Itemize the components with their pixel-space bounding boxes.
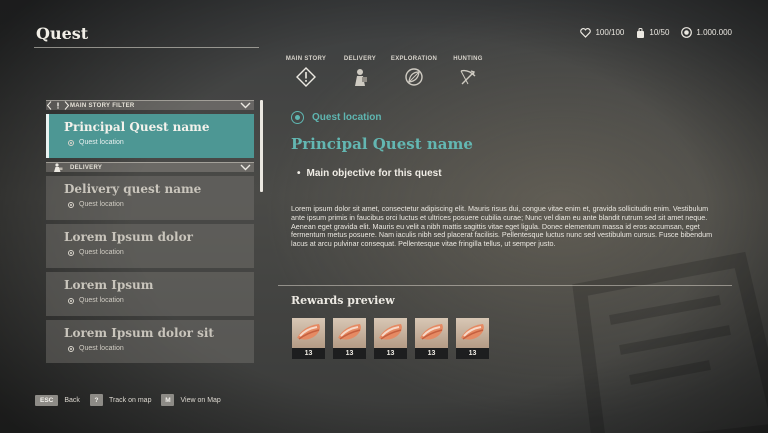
tab-main-story[interactable]: MAIN STORY: [279, 56, 333, 87]
quest-name: Delivery quest name: [64, 182, 202, 196]
detail-location-label: Quest location: [312, 112, 382, 123]
main-story-filter-label: MAIN STORY FILTER: [70, 102, 135, 109]
meat-icon: [460, 324, 484, 340]
page-title: Quest: [36, 24, 89, 43]
back-label: Back: [64, 396, 80, 404]
location-target-icon: [291, 111, 304, 124]
location-pin-icon: [68, 139, 74, 146]
quest-name: Lorem Ipsum dolor sit: [64, 326, 214, 340]
quest-name: Lorem Ipsum dolor: [64, 230, 193, 244]
chevron-down-icon: [240, 164, 250, 171]
quest-location: Quest location: [79, 201, 124, 208]
inventory-stat: 10/50: [636, 27, 670, 38]
backpack-icon: [637, 27, 645, 38]
quest-item[interactable]: Delivery quest name Quest location: [46, 176, 254, 220]
rewards-list: 13 13 13 13 13: [292, 318, 489, 359]
quest-list: MAIN STORY FILTER Principal Quest name Q…: [46, 100, 254, 363]
exclamation-diamond-icon: [47, 101, 69, 110]
rewards-title: Rewards preview: [291, 294, 395, 307]
quest-name: Lorem Ipsum: [64, 278, 154, 292]
reward-item[interactable]: 13: [374, 318, 407, 359]
detail-quest-title: Principal Quest name: [291, 135, 473, 153]
m-key: M: [161, 394, 175, 406]
quest-location: Quest location: [79, 345, 124, 352]
view-on-map-hint[interactable]: M View on Map: [161, 394, 221, 406]
reward-count: 13: [292, 348, 325, 359]
esc-key: ESC: [35, 394, 59, 406]
courier-icon: [355, 69, 367, 86]
quest-location: Quest location: [79, 297, 124, 304]
quest-item[interactable]: Lorem Ipsum Quest location: [46, 272, 254, 316]
exclamation-diamond-icon: [296, 67, 316, 87]
player-stats: 100/100 10/50 1.000.000: [580, 27, 732, 38]
quest-objective: Main objective for this quest: [297, 168, 442, 179]
reward-item[interactable]: 13: [333, 318, 366, 359]
reward-count: 13: [456, 348, 489, 359]
location-pin-icon: [68, 297, 74, 304]
track-on-map-label: Track on map: [108, 396, 152, 404]
courier-icon: [54, 163, 63, 172]
track-on-map-hint[interactable]: ? Track on map: [89, 394, 152, 406]
reward-count: 13: [374, 348, 407, 359]
quest-name: Principal Quest name: [64, 120, 210, 134]
meat-icon: [337, 324, 361, 340]
tab-exploration[interactable]: EXPLORATION: [387, 56, 441, 87]
tab-hunting[interactable]: HUNTING: [441, 56, 495, 87]
quest-item[interactable]: Lorem Ipsum dolor sit Quest location: [46, 320, 254, 363]
reward-count: 13: [333, 348, 366, 359]
health-value: 100/100: [595, 28, 625, 37]
reward-item[interactable]: 13: [292, 318, 325, 359]
detail-location: Quest location: [291, 111, 381, 124]
crossbow-icon: [460, 69, 476, 85]
quest-item[interactable]: Lorem Ipsum dolor Quest location: [46, 224, 254, 268]
reward-item[interactable]: 13: [456, 318, 489, 359]
chevron-down-icon: [240, 102, 250, 109]
quest-item-selected[interactable]: Principal Quest name Quest location: [46, 114, 254, 158]
location-pin-icon: [68, 201, 74, 208]
coin-icon: [681, 27, 693, 38]
view-on-map-label: View on Map: [180, 396, 221, 404]
meat-icon: [419, 324, 443, 340]
reward-count: 13: [415, 348, 448, 359]
tab-delivery[interactable]: DELIVERY: [333, 56, 387, 87]
location-pin-icon: [68, 345, 74, 352]
main-story-filter[interactable]: MAIN STORY FILTER: [46, 100, 254, 110]
quest-location: Quest location: [79, 249, 124, 256]
rewards-divider: [278, 285, 732, 286]
meat-icon: [296, 324, 320, 340]
health-stat: 100/100: [580, 27, 625, 38]
background-emblem-icon: [572, 251, 768, 433]
title-divider: [34, 47, 259, 48]
back-hint[interactable]: ESC Back: [35, 394, 80, 406]
meat-icon: [378, 324, 402, 340]
inventory-value: 10/50: [649, 28, 670, 37]
heart-icon: [580, 27, 592, 38]
delivery-filter[interactable]: DELIVERY: [46, 162, 254, 172]
control-hints: ESC Back ? Track on map M View on Map: [35, 394, 221, 406]
quest-list-scrollbar[interactable]: [260, 100, 263, 192]
location-pin-icon: [68, 249, 74, 256]
category-tabs: MAIN STORY DELIVERY EXPLORATION HUNTING: [279, 56, 495, 87]
currency-value: 1.000.000: [696, 28, 732, 37]
quest-location: Quest location: [79, 139, 124, 146]
leaf-compass-icon: [405, 68, 423, 86]
question-key: ?: [89, 394, 103, 406]
delivery-filter-label: DELIVERY: [70, 164, 103, 171]
quest-description: Lorem ipsum dolor sit amet, consectetur …: [291, 204, 713, 249]
reward-item[interactable]: 13: [415, 318, 448, 359]
currency-stat: 1.000.000: [681, 27, 732, 38]
